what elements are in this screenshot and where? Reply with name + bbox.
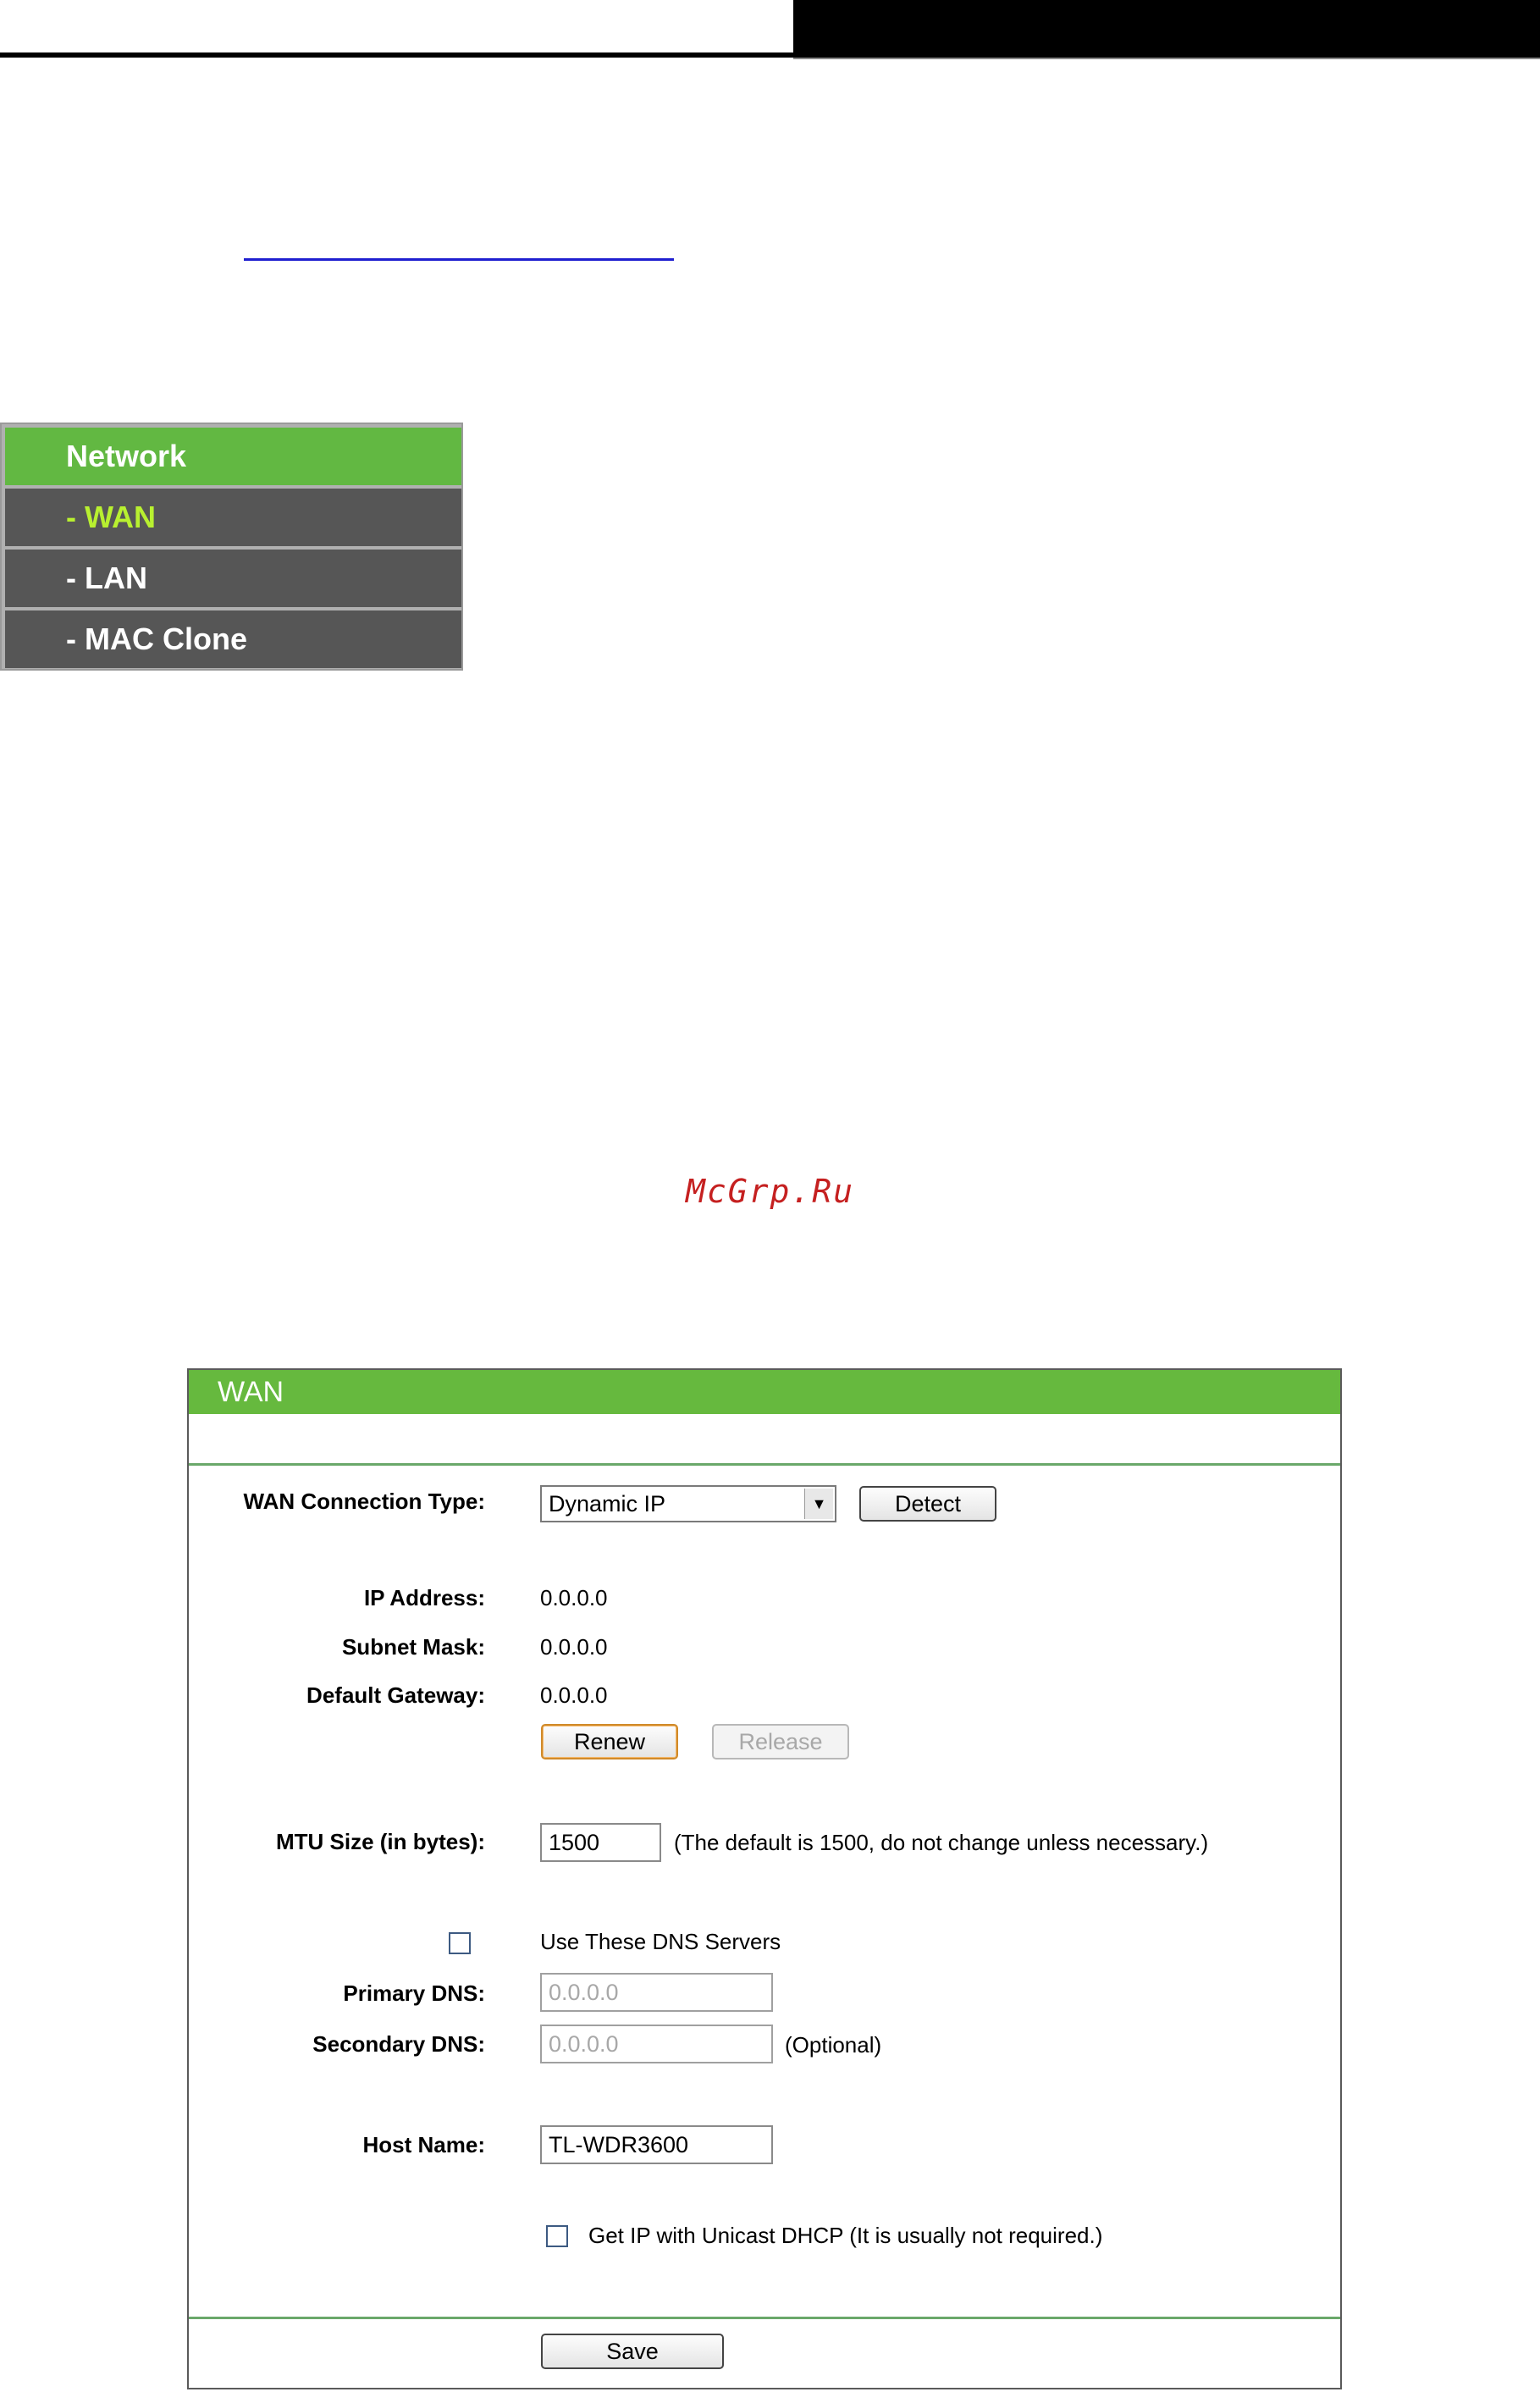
menu-header-network[interactable]: Network: [5, 428, 461, 485]
detect-button[interactable]: Detect: [859, 1486, 996, 1522]
select-value: Dynamic IP: [549, 1491, 666, 1516]
network-menu: Network - WAN - LAN - MAC Clone: [0, 423, 463, 671]
use-dns-checkbox[interactable]: [449, 1932, 471, 1954]
mtu-note: (The default is 1500, do not change unle…: [674, 1830, 1209, 1855]
divider-top: [189, 1463, 1340, 1466]
subnet-mask-label: Subnet Mask:: [341, 1634, 485, 1660]
wan-panel: WAN WAN Connection Type: Dynamic IP ▼ De…: [187, 1368, 1342, 2389]
unicast-dhcp-label: Get IP with Unicast DHCP (It is usually …: [588, 2223, 1103, 2248]
menu-item-wan[interactable]: - WAN: [5, 489, 461, 546]
menu-item-lan[interactable]: - LAN: [5, 550, 461, 607]
default-gateway-label: Default Gateway:: [306, 1682, 485, 1708]
wan-connection-type-label: WAN Connection Type:: [243, 1489, 485, 1514]
mtu-size-label: MTU Size (in bytes):: [275, 1829, 485, 1854]
divider-bottom: [189, 2317, 1340, 2319]
save-button[interactable]: Save: [541, 2334, 724, 2369]
panel-title: WAN: [189, 1370, 1340, 1414]
page-header-bar: [793, 0, 1540, 52]
host-name-label: Host Name:: [362, 2132, 485, 2157]
mtu-size-input[interactable]: 1500: [540, 1823, 661, 1862]
release-button[interactable]: Release: [712, 1724, 849, 1759]
wan-connection-type-select[interactable]: Dynamic IP ▼: [540, 1485, 836, 1522]
ip-address-label: IP Address:: [363, 1585, 485, 1610]
hyperlink-underline[interactable]: [244, 258, 674, 261]
ip-address-value: 0.0.0.0: [540, 1585, 608, 1610]
primary-dns-label: Primary DNS:: [343, 1980, 485, 2006]
menu-item-mac-clone[interactable]: - MAC Clone: [5, 610, 461, 668]
primary-dns-input[interactable]: 0.0.0.0: [540, 1973, 773, 2012]
secondary-dns-label: Secondary DNS:: [312, 2031, 485, 2057]
optional-note: (Optional): [785, 2032, 882, 2058]
secondary-dns-input[interactable]: 0.0.0.0: [540, 2025, 773, 2063]
default-gateway-value: 0.0.0.0: [540, 1682, 608, 1708]
renew-button[interactable]: Renew: [541, 1724, 678, 1759]
unicast-dhcp-checkbox[interactable]: [546, 2225, 568, 2247]
host-name-input[interactable]: TL-WDR3600: [540, 2125, 773, 2164]
dropdown-arrow-icon[interactable]: ▼: [804, 1489, 833, 1519]
page-header-shadow: [793, 58, 1540, 59]
watermark: McGrp.Ru: [685, 1173, 855, 1210]
use-dns-label: Use These DNS Servers: [540, 1929, 781, 1954]
subnet-mask-value: 0.0.0.0: [540, 1634, 608, 1660]
